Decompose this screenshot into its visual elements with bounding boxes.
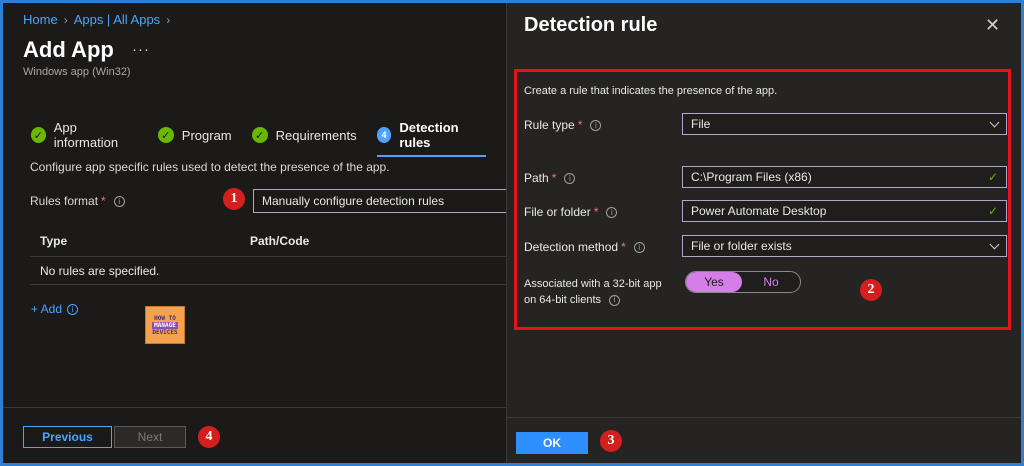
- more-options-icon[interactable]: ···: [132, 41, 150, 58]
- required-asterisk: *: [551, 171, 557, 185]
- table-row: No rules are specified.: [30, 257, 506, 285]
- wizard-footer: Previous Next 4: [3, 407, 506, 463]
- panel-intro: Create a rule that indicates the presenc…: [524, 85, 778, 97]
- step-requirements[interactable]: ✓ Requirements: [251, 127, 357, 143]
- file-or-folder-text: File or folder: [524, 205, 591, 219]
- step-label: Program: [181, 127, 232, 143]
- rules-format-label: Rules format * i: [30, 194, 125, 208]
- required-asterisk: *: [593, 205, 599, 219]
- checkmark-icon: ✓: [251, 127, 268, 143]
- panel-footer: OK 3: [507, 417, 1021, 463]
- chevron-down-icon: [989, 239, 1000, 249]
- step-program[interactable]: ✓ Program: [157, 127, 232, 143]
- assoc-line: on 64-bit clients: [524, 294, 602, 306]
- breadcrumb-apps[interactable]: Apps | All Apps: [74, 12, 161, 27]
- rule-type-label: Rule type * i: [524, 118, 602, 132]
- step-label: Requirements: [275, 127, 357, 143]
- info-icon[interactable]: i: [113, 195, 125, 207]
- toggle-no[interactable]: No: [742, 272, 800, 292]
- rules-table-header: Type Path/Code: [30, 225, 506, 257]
- add-rule-link[interactable]: + Add i: [31, 302, 79, 316]
- detection-method-label: Detection method * i: [524, 240, 645, 254]
- required-asterisk: *: [577, 118, 583, 132]
- required-asterisk: *: [621, 240, 626, 254]
- logo-line: MANAGE: [152, 321, 178, 329]
- detection-rule-panel: Detection rule ✕ Create a rule that indi…: [506, 3, 1021, 463]
- empty-message: No rules are specified.: [40, 264, 160, 278]
- annotation-marker-3: 3: [600, 430, 622, 452]
- detection-method-value: File or folder exists: [691, 239, 792, 253]
- associated-32bit-label: Associated with a 32-bit app on 64-bit c…: [524, 276, 662, 308]
- column-path-code: Path/Code: [250, 234, 310, 248]
- info-icon[interactable]: i: [633, 241, 645, 253]
- checkmark-icon: ✓: [987, 204, 998, 218]
- associated-32bit-toggle[interactable]: Yes No: [685, 271, 801, 293]
- info-icon[interactable]: i: [564, 172, 576, 184]
- rules-format-text: Rules format: [30, 194, 99, 208]
- detection-description: Configure app specific rules used to det…: [30, 160, 390, 174]
- column-type: Type: [40, 234, 68, 248]
- chevron-right-icon: ›: [166, 12, 171, 27]
- step-label: Detection rules: [399, 120, 459, 150]
- next-button[interactable]: Next: [114, 426, 186, 448]
- annotation-marker-2: 2: [860, 279, 882, 301]
- panel-title: Detection rule: [524, 14, 658, 36]
- detection-method-dropdown[interactable]: File or folder exists: [682, 235, 1007, 257]
- file-or-folder-input[interactable]: Power Automate Desktop ✓: [682, 200, 1007, 222]
- annotation-marker-1: 1: [223, 188, 245, 210]
- path-label: Path * i: [524, 171, 576, 185]
- logo-line: HOW TO: [154, 314, 176, 322]
- rule-type-text: Rule type: [524, 118, 575, 132]
- step-number-badge: 4: [376, 127, 392, 143]
- info-icon[interactable]: i: [590, 119, 602, 131]
- chevron-right-icon: ›: [63, 12, 68, 27]
- ok-button[interactable]: OK: [516, 432, 588, 454]
- file-or-folder-label: File or folder * i: [524, 205, 618, 219]
- info-icon[interactable]: i: [67, 303, 79, 315]
- rules-format-dropdown[interactable]: Manually configure detection rules: [253, 189, 513, 213]
- info-icon[interactable]: i: [606, 206, 618, 218]
- checkmark-icon: ✓: [157, 127, 174, 143]
- page-subtitle: Windows app (Win32): [23, 66, 131, 78]
- step-label: App information: [53, 120, 119, 150]
- close-icon[interactable]: ✕: [985, 15, 1000, 36]
- logo-line: DEVICES: [152, 328, 178, 336]
- wizard-steps: ✓ App information ✓ Program ✓ Requiremen…: [31, 120, 506, 157]
- rule-type-value: File: [691, 117, 711, 131]
- path-text: Path: [524, 171, 549, 185]
- required-asterisk: *: [101, 194, 106, 208]
- checkmark-icon: ✓: [987, 170, 998, 184]
- detection-method-text: Detection method: [524, 240, 619, 254]
- breadcrumb: Home › Apps | All Apps ›: [23, 12, 170, 27]
- step-app-information[interactable]: ✓ App information: [31, 120, 138, 150]
- breadcrumb-home[interactable]: Home: [23, 12, 58, 27]
- info-icon[interactable]: i: [609, 294, 621, 306]
- rule-type-dropdown[interactable]: File: [682, 113, 1007, 135]
- add-label: + Add: [31, 302, 63, 316]
- how-to-manage-devices-logo: HOW TO MANAGE DEVICES: [145, 306, 185, 344]
- file-or-folder-value: Power Automate Desktop: [691, 204, 827, 218]
- previous-button[interactable]: Previous: [23, 426, 112, 448]
- page-title: Add App: [23, 37, 114, 62]
- path-input[interactable]: C:\Program Files (x86) ✓: [682, 166, 1007, 188]
- step-detection-rules[interactable]: 4 Detection rules: [376, 120, 487, 157]
- toggle-yes[interactable]: Yes: [686, 272, 742, 292]
- annotation-marker-4: 4: [198, 426, 220, 448]
- path-value: C:\Program Files (x86): [691, 170, 812, 184]
- checkmark-icon: ✓: [31, 127, 46, 143]
- app-frame: Home › Apps | All Apps › Add App ··· Win…: [3, 3, 1021, 463]
- add-app-pane: Home › Apps | All Apps › Add App ··· Win…: [3, 3, 513, 463]
- assoc-line: Associated with a 32-bit app: [524, 278, 662, 290]
- chevron-down-icon: [989, 117, 1000, 127]
